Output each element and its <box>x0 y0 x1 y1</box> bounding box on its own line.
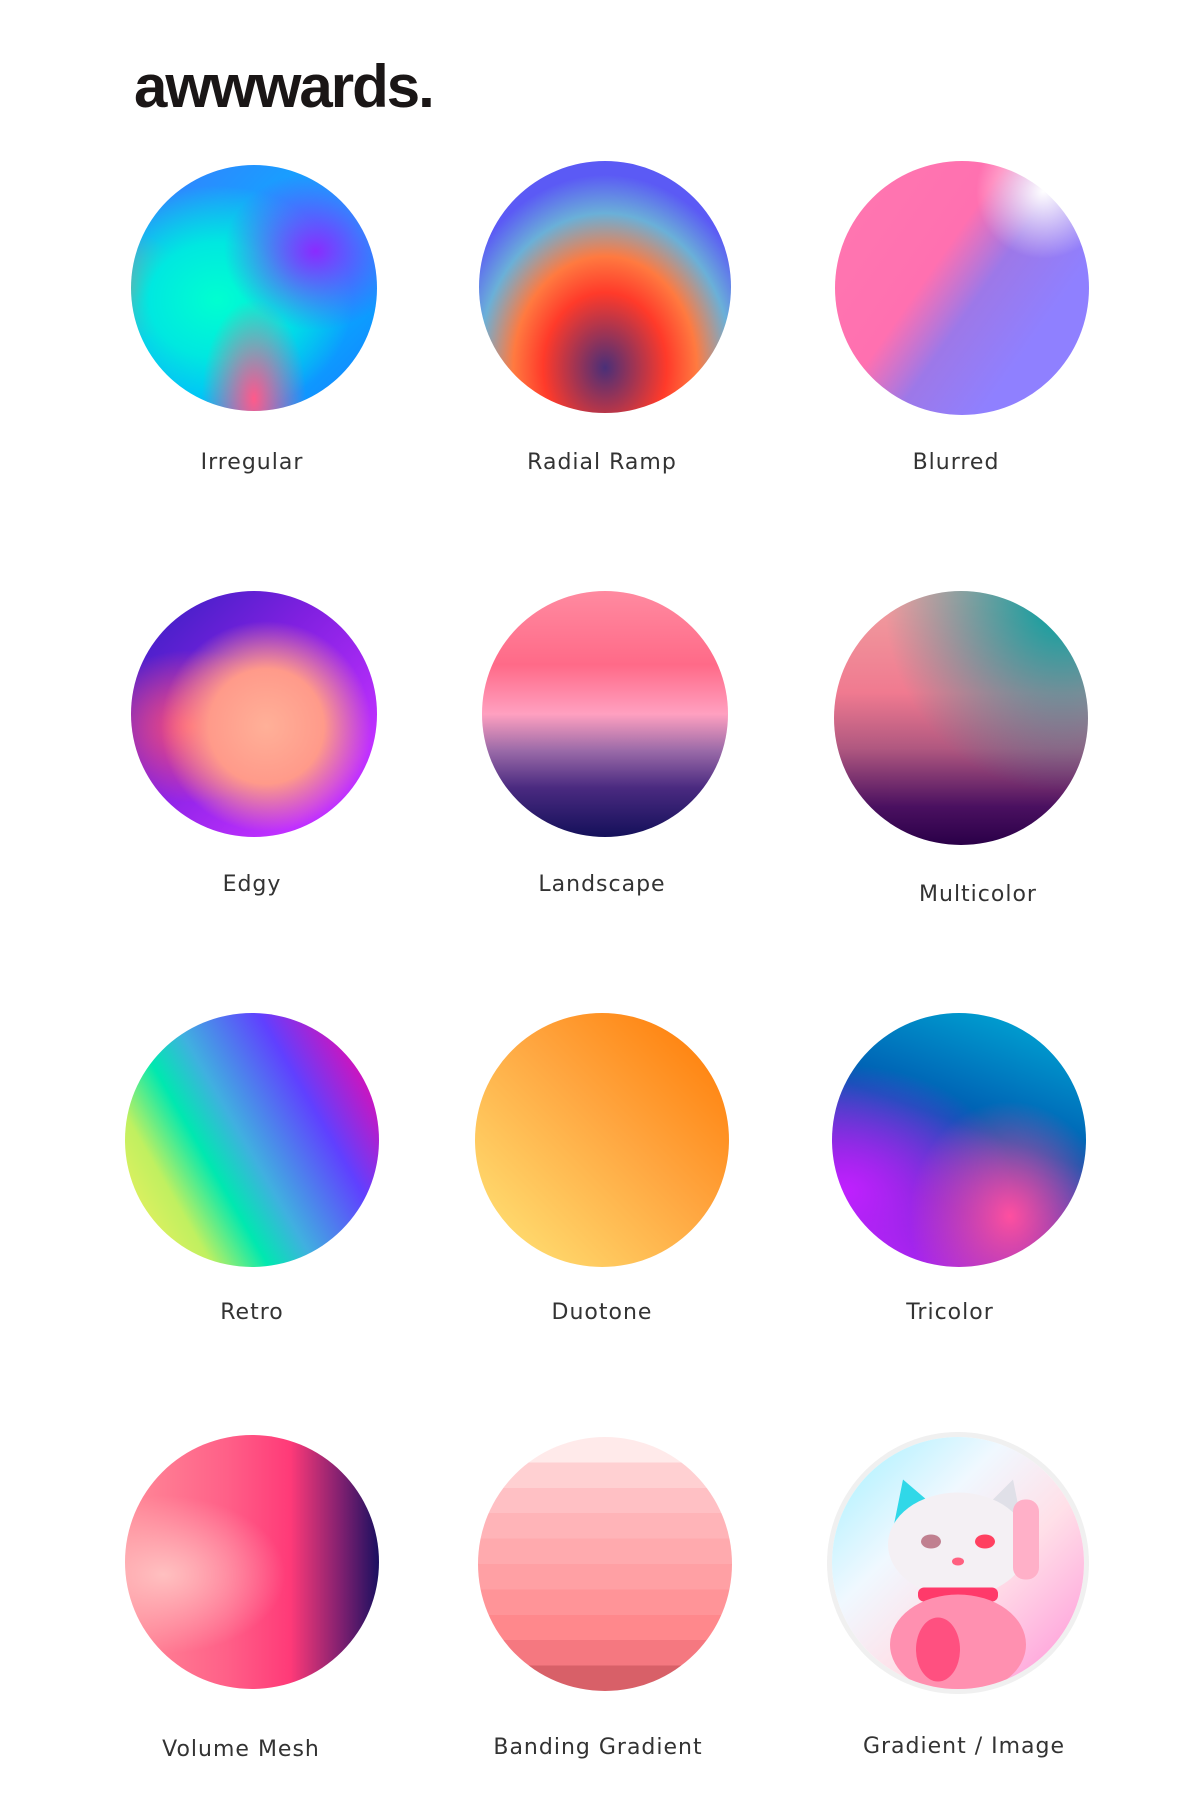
circle-duotone <box>475 1013 729 1267</box>
circle-tricolor <box>832 1013 1086 1267</box>
circle-gradient-image <box>832 1437 1084 1689</box>
awwwards-logo[interactable]: awwwards. <box>134 52 435 121</box>
lucky-cat-image <box>888 1479 1039 1689</box>
label-banding-gradient: Banding Gradient <box>493 1735 703 1760</box>
label-retro: Retro <box>220 1300 284 1325</box>
circle-volume-mesh <box>125 1435 379 1689</box>
label-volume-mesh: Volume Mesh <box>162 1737 320 1762</box>
circle-multicolor <box>834 591 1088 845</box>
circle-landscape <box>482 591 728 837</box>
label-tricolor: Tricolor <box>906 1300 994 1325</box>
label-edgy: Edgy <box>222 872 282 897</box>
circle-radial-ramp <box>479 161 731 413</box>
circle-retro <box>125 1013 379 1267</box>
circle-irregular <box>131 165 377 411</box>
label-multicolor: Multicolor <box>919 882 1037 907</box>
circle-blurred <box>835 161 1089 415</box>
circle-banding-gradient <box>478 1437 732 1691</box>
circle-edgy <box>131 591 377 837</box>
label-irregular: Irregular <box>200 450 304 475</box>
label-radial-ramp: Radial Ramp <box>527 450 677 475</box>
label-landscape: Landscape <box>538 872 666 897</box>
label-gradient-image: Gradient / Image <box>862 1734 1066 1759</box>
label-blurred: Blurred <box>912 450 1000 475</box>
label-duotone: Duotone <box>551 1300 653 1325</box>
